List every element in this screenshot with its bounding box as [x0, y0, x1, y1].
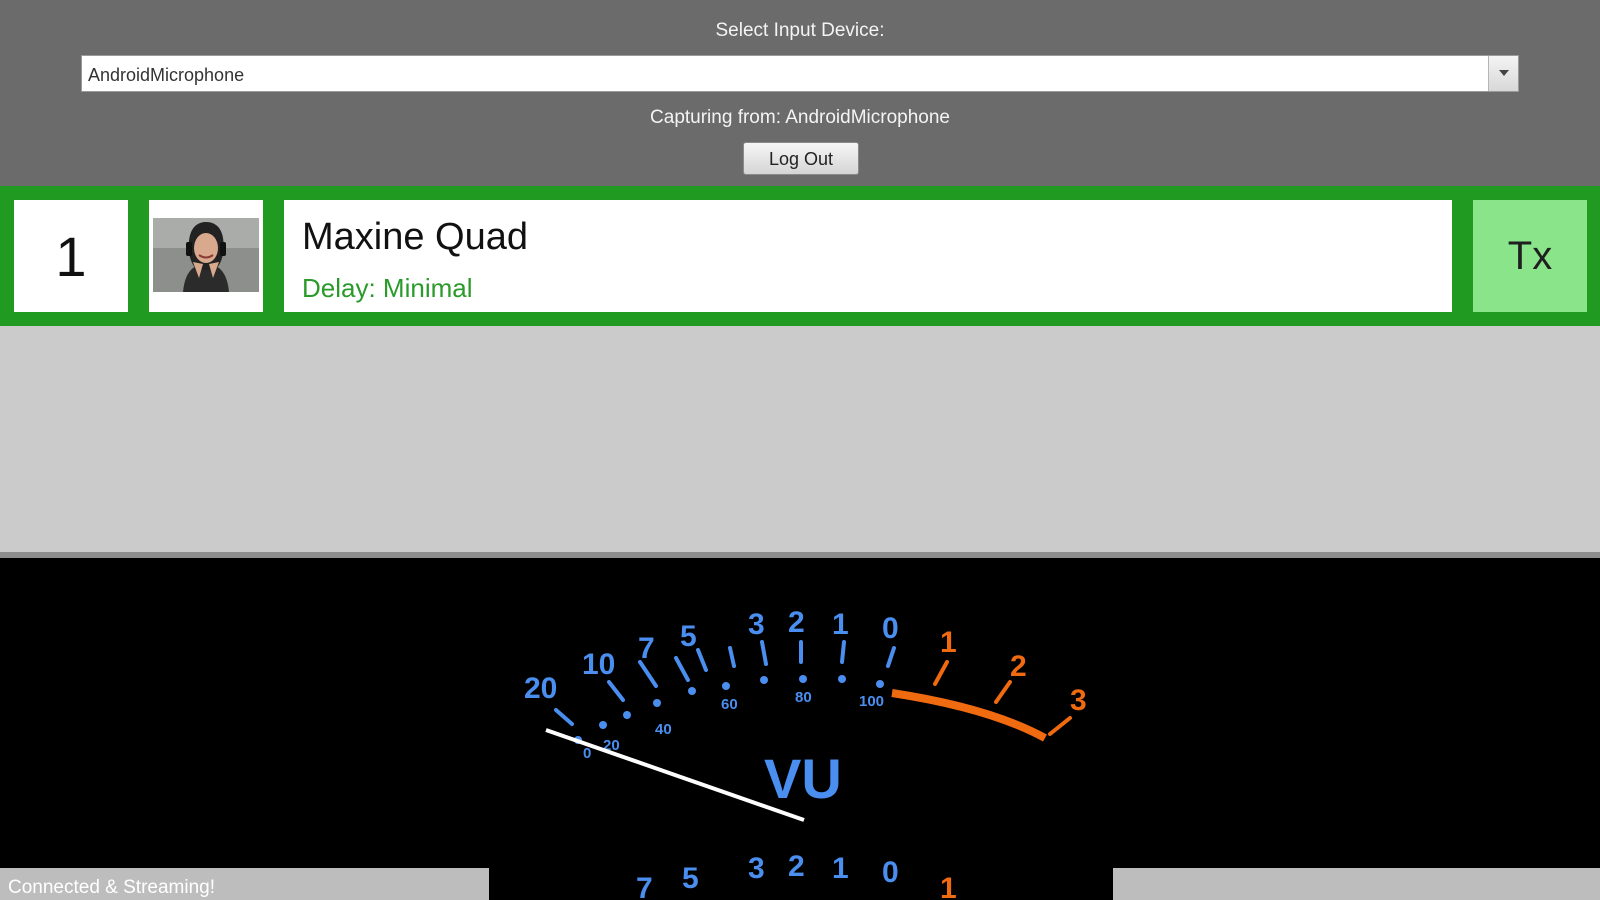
- vu-db-label: 3: [748, 608, 765, 641]
- slot-number: 1: [55, 224, 87, 288]
- slot-number-box: 1: [14, 200, 128, 312]
- vu-db-label: 2: [788, 606, 805, 639]
- person-avatar-icon: [153, 218, 259, 292]
- device-panel: Select Input Device: AndroidMicrophone C…: [0, 0, 1600, 186]
- vu-db-label: 10: [582, 648, 615, 681]
- vu-overload-arc: [891, 689, 1047, 742]
- vu-db-label: 7: [638, 632, 655, 665]
- vu-percent-label: 60: [721, 696, 738, 713]
- vu-meter: 20 10 7 5 3 2 1 0 1 2 3 0 20 40 60 80 10…: [524, 606, 1087, 900]
- avatar-box: [149, 200, 263, 312]
- contact-name: Maxine Quad: [302, 216, 529, 258]
- capturing-label: Capturing from: AndroidMicrophone: [650, 107, 950, 128]
- vu-lower-label: 3: [748, 852, 765, 885]
- contact-row[interactable]: 1 Maxine Quad Delay: Minimal Tx: [0, 186, 1600, 326]
- vu-percent-label: 0: [583, 745, 591, 762]
- vu-db-label: 0: [882, 612, 899, 645]
- vu-percent-label: 40: [655, 721, 672, 738]
- vu-percent-label: 100: [859, 693, 884, 710]
- select-device-label: Select Input Device:: [715, 20, 885, 41]
- vu-percent-label: 80: [795, 689, 812, 706]
- vu-lower-label: 0: [882, 856, 899, 889]
- vu-over-label: 2: [1010, 650, 1027, 683]
- vu-over-label: 1: [940, 626, 957, 659]
- vu-db-label: 20: [524, 672, 557, 705]
- contact-info[interactable]: Maxine Quad Delay: Minimal: [284, 200, 1452, 312]
- vu-db-label: 5: [680, 620, 697, 653]
- status-text: Connected & Streaming!: [8, 877, 216, 898]
- contact-delay: Delay: Minimal: [302, 273, 473, 303]
- status-bar: Connected & Streaming!: [0, 868, 489, 900]
- vu-lower-label: 2: [788, 850, 805, 883]
- vu-meter-panel: 20 10 7 5 3 2 1 0 1 2 3 0 20 40 60 80 10…: [0, 558, 1600, 900]
- chevron-down-icon: [1499, 70, 1509, 76]
- vu-over-label: 3: [1070, 684, 1087, 717]
- vu-db-label: 1: [832, 608, 849, 641]
- vu-lower-label: 7: [636, 872, 653, 900]
- device-dropdown-button[interactable]: [1488, 56, 1518, 91]
- device-select-value: AndroidMicrophone: [88, 65, 245, 85]
- tx-button[interactable]: Tx: [1473, 200, 1587, 312]
- vu-lower-scale: 7 5 3 2 1 0: [636, 850, 899, 900]
- status-bar-right: [1113, 868, 1600, 900]
- vu-lower-over-label: 1: [940, 872, 957, 900]
- logout-button[interactable]: Log Out: [743, 142, 859, 175]
- device-select[interactable]: AndroidMicrophone: [81, 55, 1519, 92]
- vu-title: VU: [764, 747, 842, 810]
- empty-list-area: [0, 326, 1600, 554]
- vu-lower-label: 1: [832, 852, 849, 885]
- vu-lower-label: 5: [682, 862, 699, 895]
